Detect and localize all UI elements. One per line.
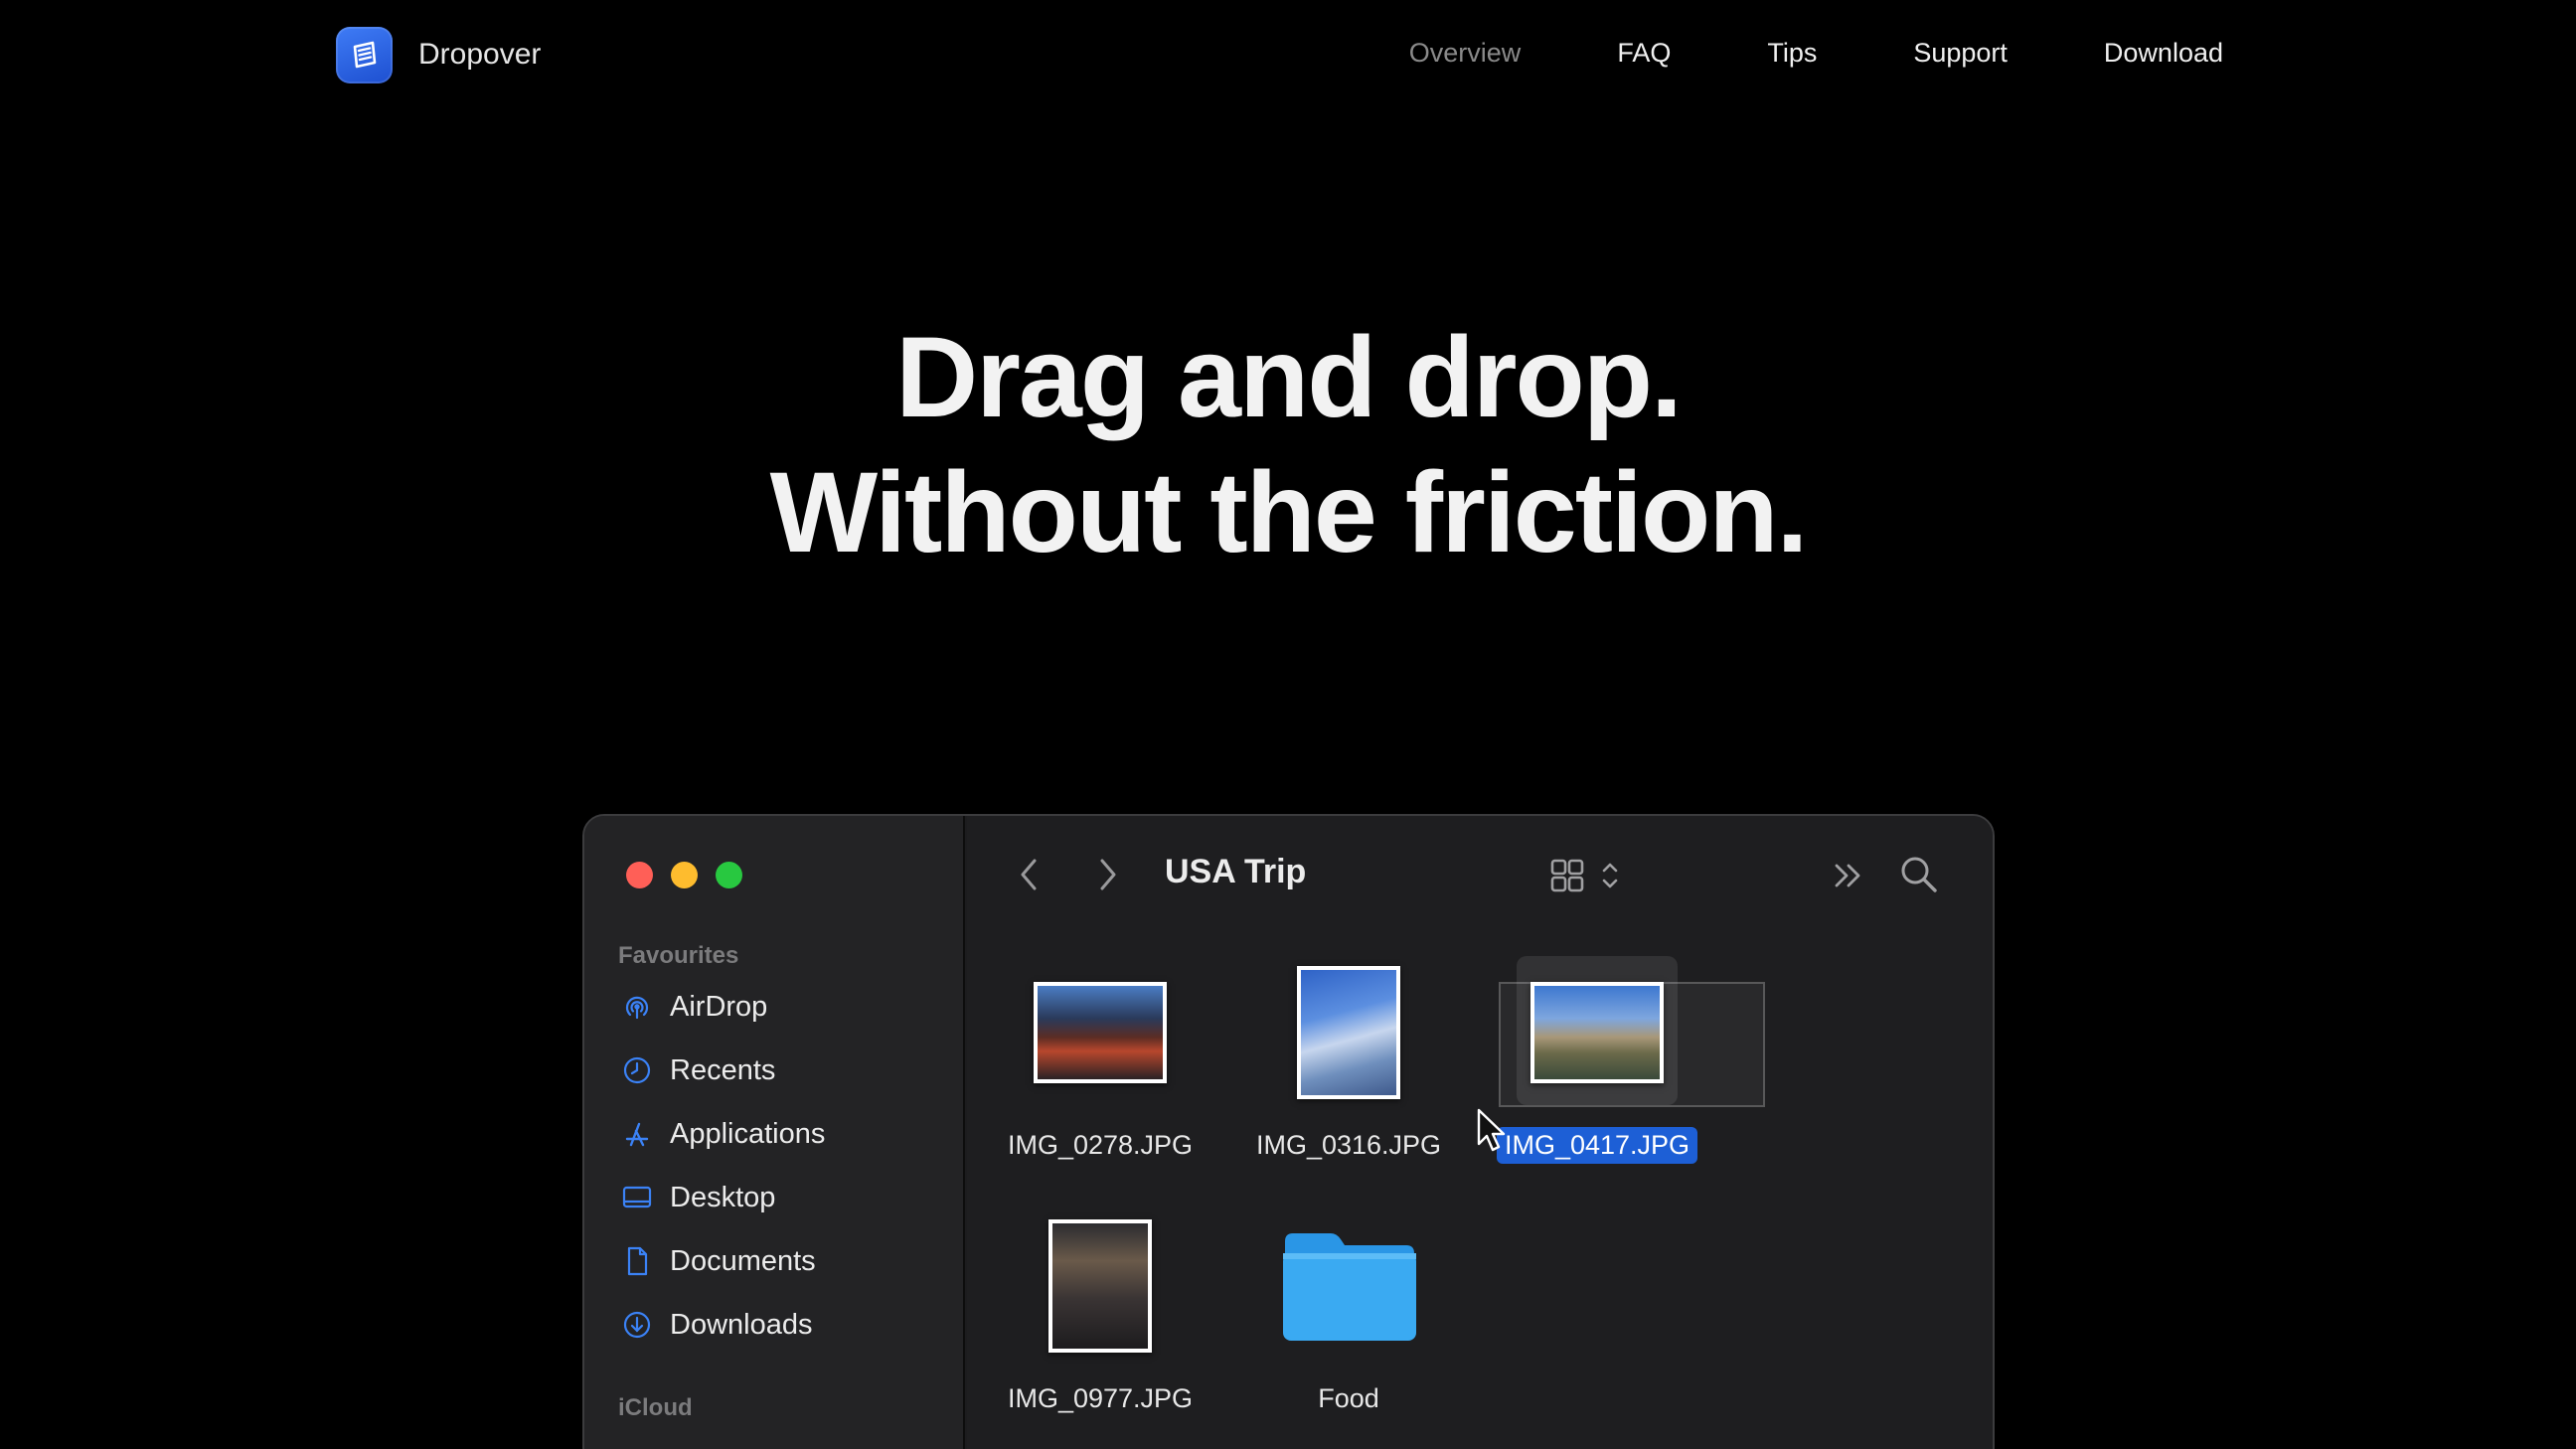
sidebar-item-applications[interactable]: Applications xyxy=(618,1109,825,1159)
clock-icon xyxy=(618,1051,656,1089)
photo-thumbnail xyxy=(1034,982,1167,1083)
minimize-window-button[interactable] xyxy=(671,862,698,888)
sidebar-item-label: AirDrop xyxy=(670,990,768,1023)
file-name: IMG_0316.JPG xyxy=(1255,1130,1442,1160)
forward-chevron-icon xyxy=(1100,859,1116,890)
sidebar-item-label: Recents xyxy=(670,1053,776,1086)
forward-button[interactable] xyxy=(1096,856,1120,893)
search-button[interactable] xyxy=(1898,854,1940,895)
folder-item-food[interactable]: Food xyxy=(1244,1211,1453,1417)
sidebar-item-label: Downloads xyxy=(670,1308,813,1341)
sidebar-item-label: Documents xyxy=(670,1244,816,1277)
brand-name: Dropover xyxy=(418,38,542,71)
grid-view-icon xyxy=(1550,859,1618,892)
hero-headline-line-2: Without the friction. xyxy=(769,449,1809,576)
finder-main: USA Trip IMG_0278.JPG IMG_0316.JPG IMG_0… xyxy=(967,816,1993,1449)
finder-sidebar: Favourites AirDrop Recents Applications … xyxy=(584,816,965,1449)
file-item-img-0316[interactable]: IMG_0316.JPG xyxy=(1244,958,1453,1164)
sidebar-section-icloud: iCloud xyxy=(618,1394,693,1421)
hero-headline-line-1: Drag and drop. xyxy=(895,314,1683,441)
file-item-img-0977[interactable]: IMG_0977.JPG xyxy=(996,1211,1205,1417)
file-name: IMG_0278.JPG xyxy=(1007,1130,1194,1160)
nav-link-download[interactable]: Download xyxy=(2104,38,2223,69)
hero: Drag and drop. Without the friction. xyxy=(0,310,2576,580)
dropover-app-icon xyxy=(336,26,393,83)
nav-links: Overview FAQ Tips Support Download xyxy=(1313,38,2223,69)
download-icon xyxy=(618,1306,656,1344)
file-name: IMG_0977.JPG xyxy=(1007,1383,1194,1413)
photo-thumbnail xyxy=(1048,1219,1152,1353)
zoom-window-button[interactable] xyxy=(716,862,742,888)
airdrop-icon xyxy=(618,988,656,1026)
nav-link-faq[interactable]: FAQ xyxy=(1617,38,1671,69)
sidebar-item-label: Desktop xyxy=(670,1181,776,1213)
nav-link-tips[interactable]: Tips xyxy=(1767,38,1817,69)
folder-title: USA Trip xyxy=(1165,853,1307,890)
photo-thumbnail xyxy=(1297,966,1400,1099)
photo-thumbnail xyxy=(1530,982,1664,1083)
file-name: Food xyxy=(1318,1383,1379,1413)
window-controls xyxy=(626,862,760,888)
sidebar-section-favourites: Favourites xyxy=(618,942,739,969)
applications-icon xyxy=(618,1115,656,1153)
file-item-img-0278[interactable]: IMG_0278.JPG xyxy=(996,958,1205,1164)
back-button[interactable] xyxy=(1017,856,1041,893)
folder-icon xyxy=(1283,1233,1416,1341)
file-name-selected: IMG_0417.JPG xyxy=(1496,1127,1698,1164)
sidebar-item-downloads[interactable]: Downloads xyxy=(618,1300,812,1350)
nav-link-support[interactable]: Support xyxy=(1913,38,2008,69)
desktop-icon xyxy=(618,1179,656,1216)
close-window-button[interactable] xyxy=(626,862,653,888)
sidebar-item-recents[interactable]: Recents xyxy=(618,1046,775,1095)
file-item-img-0417[interactable]: IMG_0417.JPG xyxy=(1493,958,1701,1164)
back-chevron-icon xyxy=(1021,859,1037,890)
more-toolbar-button[interactable] xyxy=(1832,858,1865,893)
document-icon xyxy=(618,1242,656,1280)
search-icon xyxy=(1901,857,1937,892)
more-chevron-icon xyxy=(1835,864,1860,887)
finder-window: Favourites AirDrop Recents Applications … xyxy=(582,814,1995,1449)
view-options-button[interactable] xyxy=(1549,856,1625,895)
brand[interactable]: Dropover xyxy=(336,26,542,83)
mouse-cursor-icon xyxy=(1477,1108,1506,1152)
sidebar-item-label: Applications xyxy=(670,1117,826,1150)
sidebar-item-airdrop[interactable]: AirDrop xyxy=(618,982,767,1032)
sidebar-item-desktop[interactable]: Desktop xyxy=(618,1173,775,1222)
nav-link-overview[interactable]: Overview xyxy=(1409,38,1522,69)
top-nav: Dropover Overview FAQ Tips Support Downl… xyxy=(0,0,2576,109)
sidebar-item-documents[interactable]: Documents xyxy=(618,1236,816,1286)
